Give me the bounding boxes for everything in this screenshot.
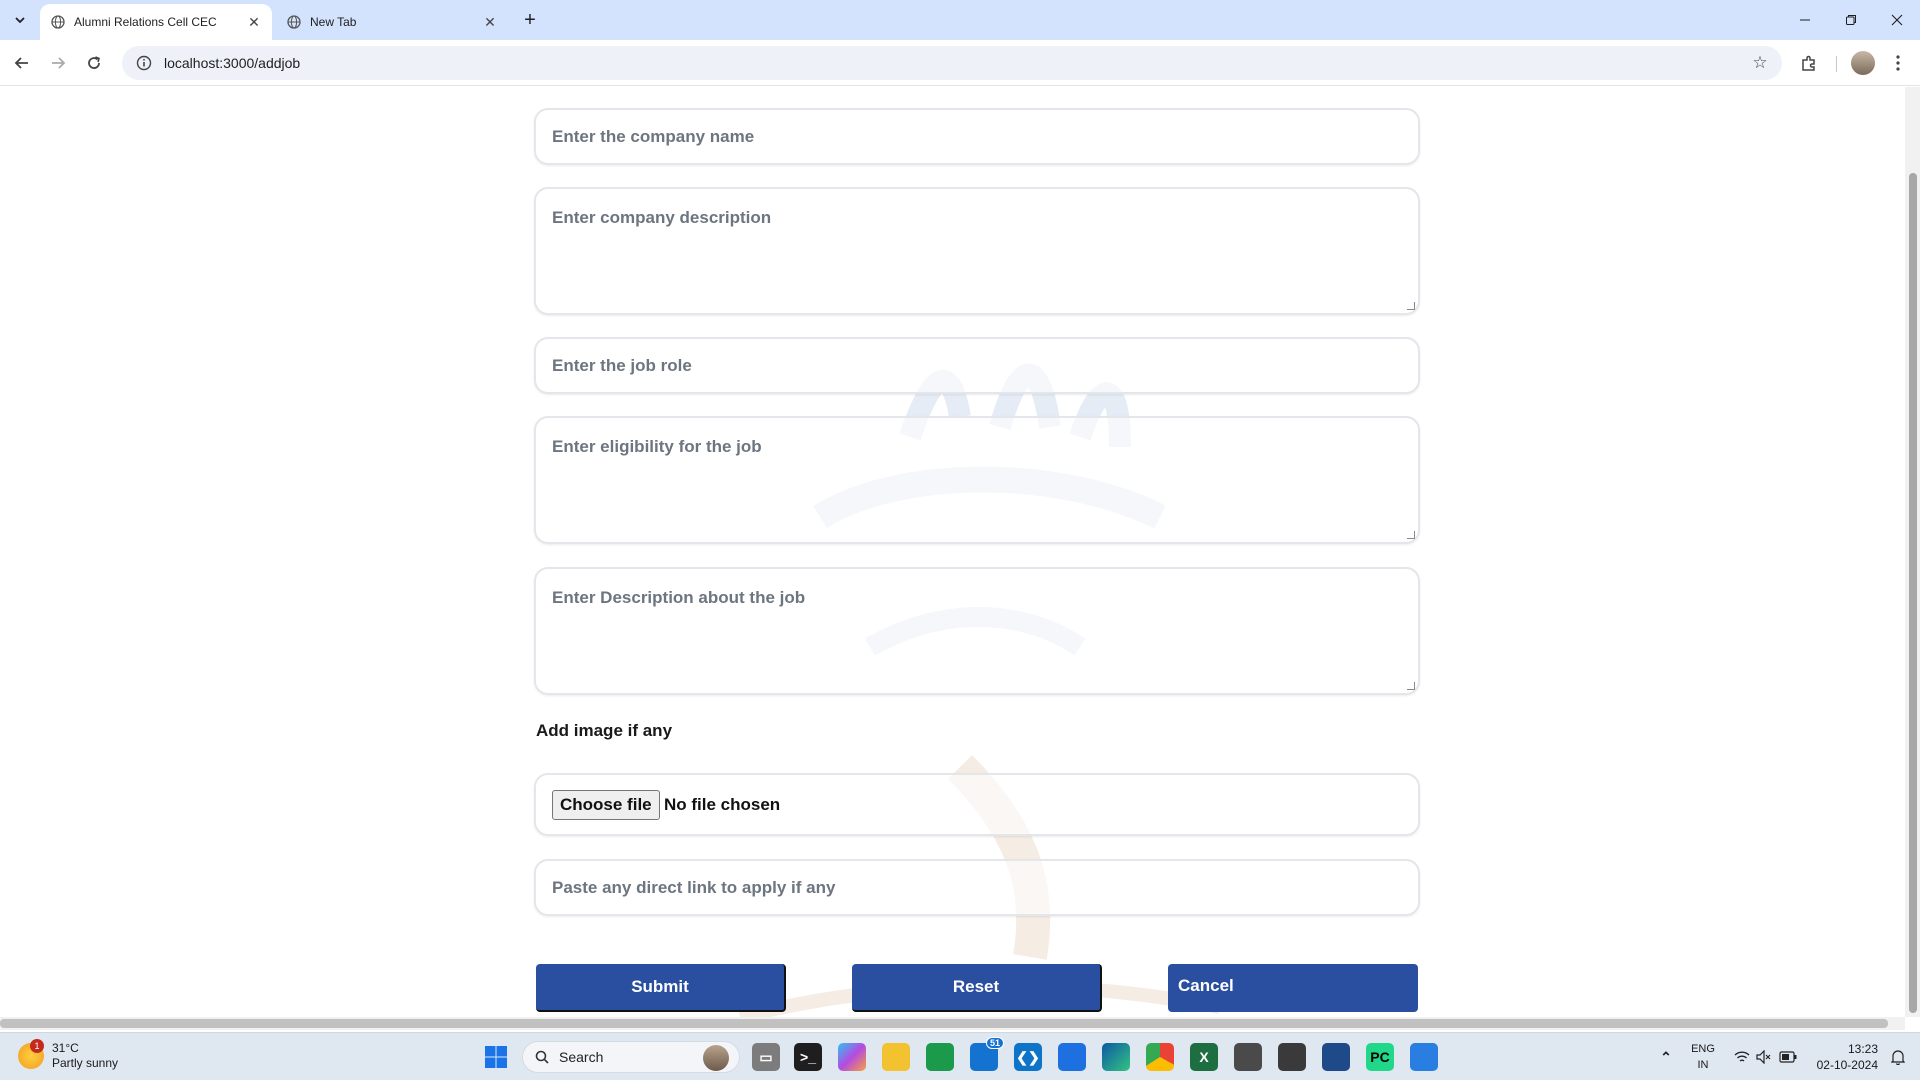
excel-icon[interactable]: X bbox=[1190, 1043, 1218, 1071]
store-bag-icon[interactable] bbox=[1058, 1043, 1086, 1071]
tab-alumni-relations[interactable]: Alumni Relations Cell CEC ✕ bbox=[40, 4, 272, 40]
vscode-icon[interactable]: ❮❯ bbox=[1014, 1043, 1042, 1071]
weather-widget[interactable]: 1 31°C Partly sunny bbox=[18, 1039, 119, 1071]
battery-icon[interactable] bbox=[1774, 1043, 1802, 1071]
clock-time: 13:23 bbox=[1847, 1042, 1878, 1056]
back-arrow-icon[interactable] bbox=[8, 49, 36, 77]
browser-toolbar: localhost:3000/addjob ☆ bbox=[0, 40, 1920, 86]
job-role-input[interactable]: Enter the job role bbox=[534, 337, 1420, 394]
eligibility-textarea[interactable]: Enter eligibility for the job bbox=[534, 416, 1420, 544]
weather-badge: 1 bbox=[30, 1039, 44, 1053]
apply-link-input[interactable]: Paste any direct link to apply if any bbox=[534, 859, 1420, 916]
copilot-icon[interactable] bbox=[838, 1043, 866, 1071]
tray-chevron-up-icon[interactable]: ⌃ bbox=[1652, 1043, 1680, 1071]
lang-line1: ENG bbox=[1691, 1043, 1715, 1055]
company-name-placeholder: Enter the company name bbox=[552, 127, 755, 146]
mail-icon[interactable]: 51 bbox=[970, 1037, 1005, 1071]
site-info-icon[interactable] bbox=[130, 55, 158, 71]
job-role-placeholder: Enter the job role bbox=[552, 356, 692, 375]
image-file-input[interactable]: Choose file No file chosen bbox=[534, 773, 1420, 836]
weather-sun-icon: 1 bbox=[18, 1039, 44, 1069]
tab-new-tab[interactable]: New Tab ✕ bbox=[276, 4, 508, 40]
choose-file-button[interactable]: Choose file bbox=[552, 790, 660, 820]
extensions-puzzle-icon[interactable] bbox=[1795, 49, 1823, 77]
snipping-app-icon[interactable] bbox=[1322, 1043, 1350, 1071]
windows-taskbar: 1 31°C Partly sunny Search ▭ >_ 51 ❮❯ X … bbox=[0, 1032, 1920, 1080]
reset-button[interactable]: Reset bbox=[852, 964, 1102, 1012]
system-app-icon[interactable] bbox=[1234, 1043, 1262, 1071]
company-description-textarea[interactable]: Enter company description bbox=[534, 187, 1420, 315]
edge-browser-icon[interactable] bbox=[1102, 1043, 1130, 1071]
forward-arrow-icon[interactable] bbox=[44, 49, 72, 77]
eligibility-placeholder: Enter eligibility for the job bbox=[552, 437, 762, 456]
terminal-icon[interactable]: >_ bbox=[794, 1043, 822, 1071]
tab-search-chevron-icon[interactable] bbox=[8, 8, 32, 32]
job-description-textarea[interactable]: Enter Description about the job bbox=[534, 567, 1420, 695]
apply-link-placeholder: Paste any direct link to apply if any bbox=[552, 878, 836, 897]
app-icon[interactable] bbox=[1278, 1043, 1306, 1071]
photos-app-icon[interactable] bbox=[926, 1043, 954, 1071]
new-tab-plus-icon[interactable]: + bbox=[518, 8, 542, 32]
tab-title: Alumni Relations Cell CEC bbox=[74, 15, 217, 29]
weather-description: Partly sunny bbox=[52, 1056, 119, 1070]
task-view-icon[interactable]: ▭ bbox=[752, 1043, 780, 1071]
url-text: localhost:3000/addjob bbox=[164, 55, 301, 71]
clock[interactable]: 13:23 02-10-2024 bbox=[1808, 1041, 1878, 1073]
address-bar[interactable]: localhost:3000/addjob ☆ bbox=[122, 46, 1782, 80]
taskbar-search-label: Search bbox=[559, 1049, 604, 1065]
windows-start-icon[interactable] bbox=[482, 1043, 510, 1071]
resize-grip-icon[interactable] bbox=[1407, 531, 1415, 539]
search-icon bbox=[535, 1050, 549, 1064]
page-content: Enter the company name Enter company des… bbox=[0, 87, 1904, 1017]
pycharm-icon[interactable]: PC bbox=[1366, 1043, 1394, 1071]
resize-grip-icon[interactable] bbox=[1407, 302, 1415, 310]
horizontal-scrollbar[interactable] bbox=[0, 1017, 1905, 1030]
vertical-scrollbar[interactable] bbox=[1905, 87, 1920, 1017]
globe-icon bbox=[50, 14, 66, 30]
weather-temperature: 31°C bbox=[52, 1041, 79, 1055]
file-status-text: No file chosen bbox=[664, 795, 781, 814]
horizontal-scroll-thumb[interactable] bbox=[0, 1019, 1888, 1028]
resize-grip-icon[interactable] bbox=[1407, 682, 1415, 690]
tab-strip: Alumni Relations Cell CEC ✕ New Tab ✕ + bbox=[0, 0, 1920, 40]
lang-line2: IN bbox=[1697, 1059, 1709, 1071]
toolbar-divider bbox=[1836, 56, 1837, 72]
globe-icon bbox=[286, 14, 302, 30]
cancel-button[interactable]: Cancel bbox=[1168, 964, 1418, 1012]
clock-date: 02-10-2024 bbox=[1816, 1058, 1878, 1072]
tab-title: New Tab bbox=[310, 15, 357, 29]
mail-badge: 51 bbox=[986, 1037, 1005, 1049]
menu-kebab-icon[interactable] bbox=[1884, 49, 1912, 77]
company-name-input[interactable]: Enter the company name bbox=[534, 108, 1420, 165]
bookmark-star-icon[interactable]: ☆ bbox=[1750, 53, 1770, 73]
notepad-icon[interactable] bbox=[1410, 1043, 1438, 1071]
restore-icon[interactable] bbox=[1828, 0, 1874, 40]
image-upload-label: Add image if any bbox=[536, 721, 673, 740]
vertical-scroll-thumb[interactable] bbox=[1909, 173, 1917, 1013]
company-description-placeholder: Enter company description bbox=[552, 208, 772, 227]
language-indicator[interactable]: ENG IN bbox=[1688, 1041, 1718, 1073]
taskbar-search[interactable]: Search bbox=[522, 1041, 740, 1073]
close-tab-icon[interactable]: ✕ bbox=[480, 12, 500, 32]
profile-avatar[interactable] bbox=[1851, 51, 1875, 75]
file-explorer-icon[interactable] bbox=[882, 1043, 910, 1071]
close-tab-icon[interactable]: ✕ bbox=[244, 12, 264, 32]
close-window-icon[interactable] bbox=[1874, 0, 1920, 40]
reload-icon[interactable] bbox=[80, 49, 108, 77]
notification-bell-icon[interactable] bbox=[1884, 1043, 1912, 1071]
search-highlight-image bbox=[703, 1045, 729, 1071]
minimize-icon[interactable] bbox=[1782, 0, 1828, 40]
job-description-placeholder: Enter Description about the job bbox=[552, 588, 806, 607]
submit-button[interactable]: Submit bbox=[536, 964, 786, 1012]
chrome-browser-icon[interactable] bbox=[1146, 1043, 1174, 1071]
